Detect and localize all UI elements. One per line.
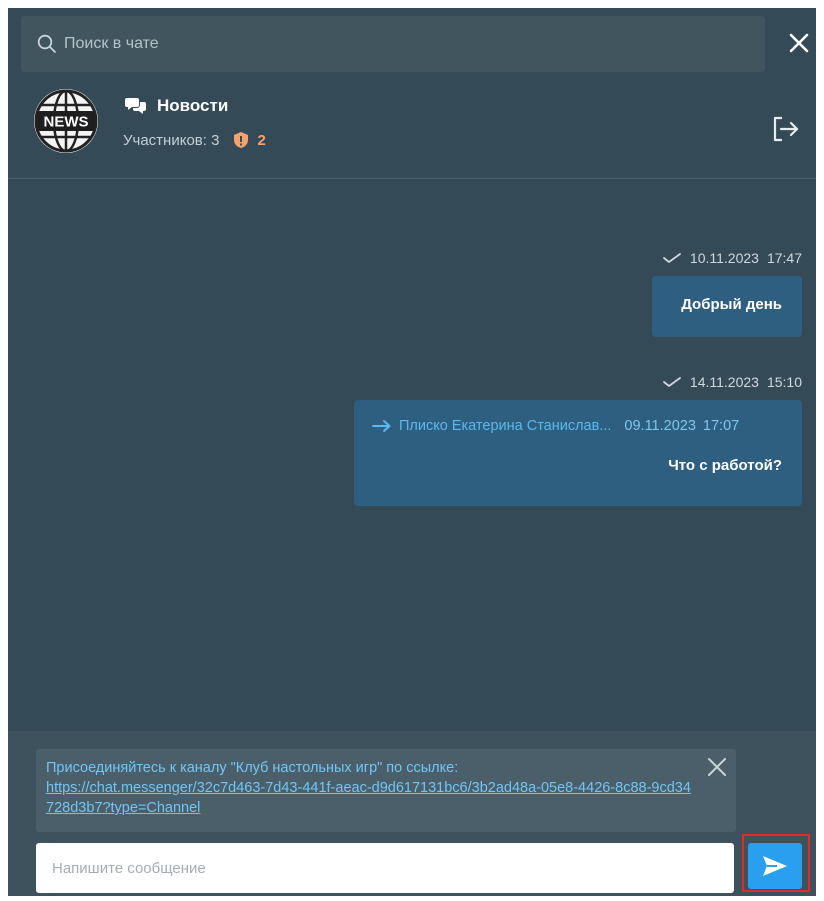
search-icon [37, 34, 56, 53]
admins-count: 2 [257, 131, 266, 149]
message-bubble[interactable]: Плиско Екатерина Станислав... 09.11.2023… [354, 400, 802, 506]
forwarded-header[interactable]: Плиско Екатерина Станислав... 09.11.2023… [372, 418, 739, 434]
chat-subtitle: Участников: 3 2 [123, 131, 266, 149]
message-date: 10.11.2023 [689, 250, 759, 266]
check-icon [663, 377, 681, 387]
avatar-text: NEWS [44, 114, 89, 131]
invite-notice-body: Присоединяйтесь к каналу "Клуб настольны… [46, 758, 696, 818]
close-icon [708, 758, 726, 776]
message-meta: 10.11.2023 17:47 [662, 250, 802, 266]
message-time: 17:47 [766, 250, 802, 266]
message-meta: 14.11.2023 15:10 [662, 374, 802, 390]
send-icon [763, 856, 787, 876]
send-button[interactable] [748, 843, 802, 889]
message-bubble[interactable]: Добрый день [652, 276, 802, 337]
chat-window: Поиск в чате NEWS Новости Участников: 3 … [8, 8, 816, 896]
invite-link-notice: Присоединяйтесь к каналу "Клуб настольны… [36, 749, 736, 832]
avatar[interactable]: NEWS [34, 89, 98, 153]
notice-close-button[interactable] [706, 756, 728, 778]
forwarded-date: 09.11.2023 [624, 418, 696, 434]
chat-header: NEWS Новости Участников: 3 2 [8, 78, 816, 179]
leave-chat-button[interactable] [769, 112, 803, 146]
globe-news-icon: NEWS [34, 89, 98, 153]
members-count[interactable]: Участников: 3 [123, 132, 219, 149]
message-text: Что с работой? [668, 457, 782, 474]
search-placeholder[interactable]: Поиск в чате [64, 35, 159, 53]
forwarded-time: 17:07 [702, 418, 740, 434]
chat-title-row: Новости [125, 96, 228, 116]
chat-title: Новости [157, 96, 229, 115]
forward-arrow-icon [372, 420, 391, 432]
invite-link[interactable]: https://chat.messenger/32c7d463-7d43-441… [46, 780, 691, 816]
message-time: 15:10 [766, 374, 802, 390]
composer-area: Присоединяйтесь к каналу "Клуб настольны… [8, 731, 816, 896]
chat-bubbles-icon [125, 98, 146, 114]
shield-alert-icon [234, 132, 249, 148]
message-date: 14.11.2023 [689, 374, 759, 390]
message-input[interactable] [36, 843, 734, 893]
message-text: Добрый день [681, 296, 782, 313]
close-icon [789, 33, 809, 53]
chat-search-bar[interactable]: Поиск в чате [21, 16, 765, 72]
close-chat-button[interactable] [784, 28, 814, 58]
check-icon [663, 253, 681, 263]
forwarded-author[interactable]: Плиско Екатерина Станислав... [399, 418, 611, 434]
invite-notice-text: Присоединяйтесь к каналу "Клуб настольны… [46, 760, 459, 776]
exit-icon [773, 116, 799, 142]
